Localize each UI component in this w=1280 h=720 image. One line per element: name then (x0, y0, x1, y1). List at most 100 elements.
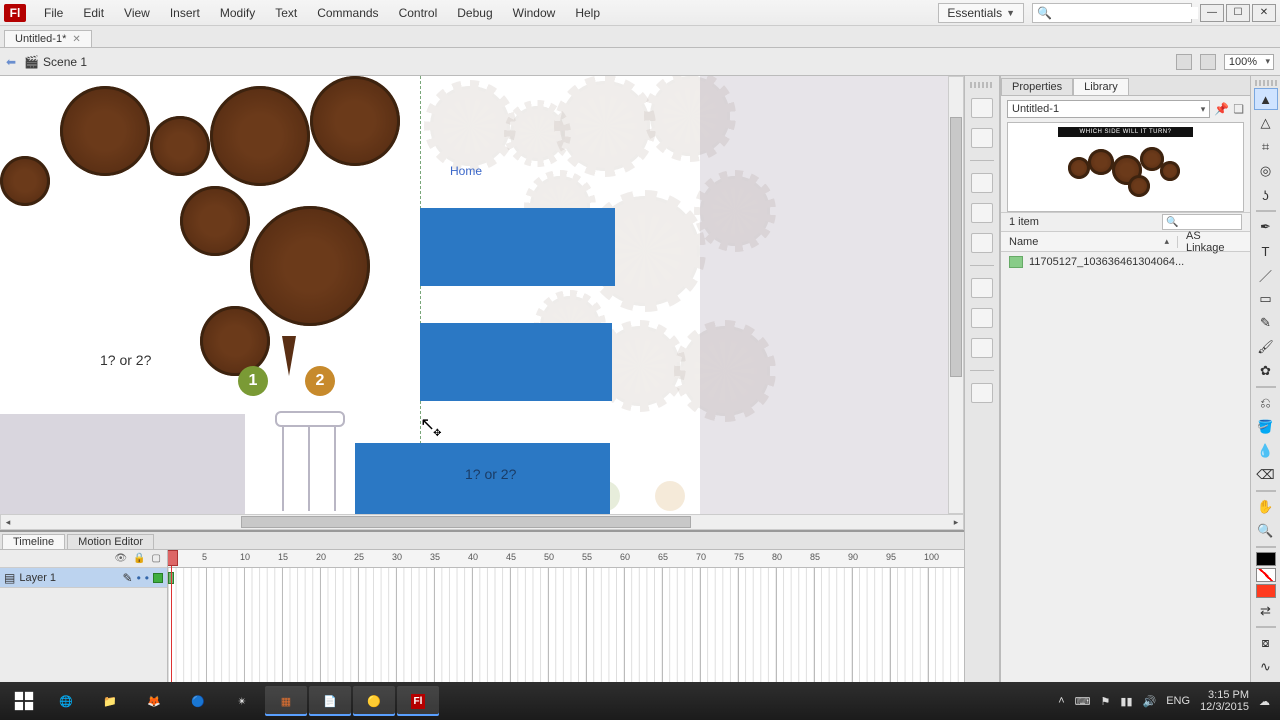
help-search[interactable]: 🔍 (1032, 3, 1192, 23)
close-icon[interactable]: ✕ (72, 34, 80, 45)
layer-lock-dot[interactable]: • (145, 571, 149, 585)
blue-rect[interactable] (420, 323, 612, 401)
swatches-panel-icon[interactable] (971, 128, 993, 148)
column-name[interactable]: Name▴ (1001, 236, 1178, 248)
pin-icon[interactable]: 📌 (1214, 102, 1229, 116)
taskbar-ie-icon[interactable]: 🌐 (45, 686, 87, 716)
stool-graphic[interactable] (270, 411, 350, 511)
column-linkage[interactable]: AS Linkage (1178, 230, 1250, 254)
timeline-ruler[interactable]: 5101520253035404550556065707580859095100 (168, 550, 964, 568)
gear-graphic[interactable] (210, 86, 310, 186)
zoom-select[interactable]: 100% (1224, 54, 1274, 70)
menu-text[interactable]: Text (265, 2, 307, 24)
gear-graphic[interactable] (180, 186, 250, 256)
tab-timeline[interactable]: Timeline (2, 534, 65, 549)
choice-ball-2[interactable]: 2 (305, 366, 335, 396)
deco-tool[interactable]: ✿ (1254, 360, 1278, 382)
eyedropper-tool[interactable]: 💧 (1254, 440, 1278, 462)
stroke-color-swatch[interactable] (1256, 552, 1276, 566)
layer-outline-swatch[interactable] (153, 573, 163, 583)
tab-motion-editor[interactable]: Motion Editor (67, 534, 154, 549)
color-panel-icon[interactable] (971, 98, 993, 118)
menu-commands[interactable]: Commands (307, 2, 388, 24)
library-list[interactable]: 11705127_103636461304064... (1001, 252, 1250, 700)
tab-library[interactable]: Library (1073, 78, 1129, 95)
library-document-select[interactable]: Untitled-1 (1007, 100, 1210, 118)
align-panel-icon[interactable] (971, 173, 993, 193)
minimize-button[interactable]: — (1200, 4, 1224, 22)
workspace-switcher[interactable]: Essentials ▼ (938, 3, 1024, 23)
action-center-icon[interactable]: ⚑ (1101, 695, 1111, 708)
tray-chevron-up-icon[interactable]: ˄ (1058, 695, 1064, 707)
taskbar-app-icon[interactable]: ✴ (221, 686, 263, 716)
menu-file[interactable]: File (34, 2, 73, 24)
pencil-tool[interactable]: ✎ (1254, 312, 1278, 334)
back-arrow-icon[interactable]: ⬅ (6, 55, 16, 69)
lasso-tool[interactable]: ʖ (1254, 184, 1278, 206)
swap-colors-icon[interactable]: ⇄ (1254, 600, 1278, 622)
menu-insert[interactable]: Insert (160, 2, 210, 24)
start-button[interactable] (4, 686, 44, 716)
taskbar-clock[interactable]: 3:15 PM 12/3/2015 (1200, 689, 1249, 713)
gear-graphic[interactable] (0, 156, 50, 206)
stage-area[interactable]: 1? or 2? 1 2 (0, 76, 964, 514)
taskbar-powerpoint-icon[interactable]: ▦ (265, 686, 307, 716)
home-link[interactable]: Home (450, 164, 482, 178)
taskbar-notepad-icon[interactable]: 📄 (309, 686, 351, 716)
taskbar-chrome-icon[interactable]: 🔵 (177, 686, 219, 716)
info-panel-icon[interactable] (971, 203, 993, 223)
selection-tool[interactable]: ▲ (1254, 88, 1278, 110)
lock-icon[interactable]: 🔒 (133, 553, 145, 564)
text-tool[interactable]: T (1254, 240, 1278, 262)
pointer-graphic[interactable] (282, 336, 296, 376)
new-library-icon[interactable]: ❏ (1233, 102, 1244, 116)
project-panel-icon[interactable] (971, 383, 993, 403)
floor-graphic[interactable] (0, 414, 245, 514)
choice-ball-1[interactable]: 1 (238, 366, 268, 396)
zoom-tool[interactable]: 🔍 (1254, 520, 1278, 542)
taskbar-firefox-icon[interactable]: 🦊 (133, 686, 175, 716)
components-icon[interactable] (971, 308, 993, 328)
menu-edit[interactable]: Edit (73, 2, 114, 24)
network-icon[interactable]: ▮▮ (1120, 695, 1132, 708)
layer-visible-dot[interactable]: • (137, 571, 141, 585)
layer-name[interactable]: Layer 1 (19, 572, 118, 584)
gear-graphic[interactable] (150, 116, 210, 176)
close-button[interactable]: ✕ (1252, 4, 1276, 22)
edit-scene-icon[interactable] (1176, 54, 1192, 70)
menu-help[interactable]: Help (565, 2, 610, 24)
layer-row[interactable]: ▤ Layer 1 ✎ • • (0, 568, 167, 588)
stage-horizontal-scrollbar[interactable]: ◂ ▸ (0, 514, 964, 530)
gear-graphic[interactable] (250, 206, 370, 326)
eye-icon[interactable]: 👁 (114, 553, 127, 564)
subselection-tool[interactable]: △ (1254, 112, 1278, 134)
paint-bucket-tool[interactable]: 🪣 (1254, 416, 1278, 438)
free-transform-tool[interactable]: ⌗ (1254, 136, 1278, 158)
taskbar-explorer-icon[interactable]: 📁 (89, 686, 131, 716)
snap-to-objects-icon[interactable]: ⧇ (1254, 632, 1278, 654)
stage-text-question[interactable]: 1? or 2? (100, 352, 151, 368)
brush-tool[interactable]: 🖌 (1254, 336, 1278, 358)
menu-view[interactable]: View (114, 2, 160, 24)
blue-rect[interactable] (420, 208, 615, 286)
stage-text-question-ghost[interactable]: 1? or 2? (465, 466, 516, 482)
transform-panel-icon[interactable] (971, 233, 993, 253)
document-tab[interactable]: Untitled-1* ✕ (4, 30, 92, 47)
taskbar-chrome-running-icon[interactable]: 🟡 (353, 686, 395, 716)
line-tool[interactable]: ／ (1254, 264, 1278, 286)
library-search[interactable]: 🔍 (1162, 214, 1242, 230)
pen-tool[interactable]: ✒ (1254, 216, 1278, 238)
onedrive-icon[interactable]: ☁ (1259, 695, 1270, 708)
gear-graphic[interactable] (200, 306, 270, 376)
hand-tool[interactable]: ✋ (1254, 496, 1278, 518)
code-snippets-icon[interactable] (971, 278, 993, 298)
fill-color-swatch[interactable] (1256, 568, 1276, 582)
menu-window[interactable]: Window (503, 2, 566, 24)
edit-symbols-icon[interactable] (1200, 54, 1216, 70)
fill-color-swatch-2[interactable] (1256, 584, 1276, 598)
scene-breadcrumb[interactable]: 🎬 Scene 1 (24, 55, 87, 69)
volume-icon[interactable]: 🔊 (1143, 695, 1157, 708)
language-indicator[interactable]: ENG (1166, 695, 1190, 707)
eraser-tool[interactable]: ⌫ (1254, 464, 1278, 486)
gear-graphic[interactable] (310, 76, 400, 166)
